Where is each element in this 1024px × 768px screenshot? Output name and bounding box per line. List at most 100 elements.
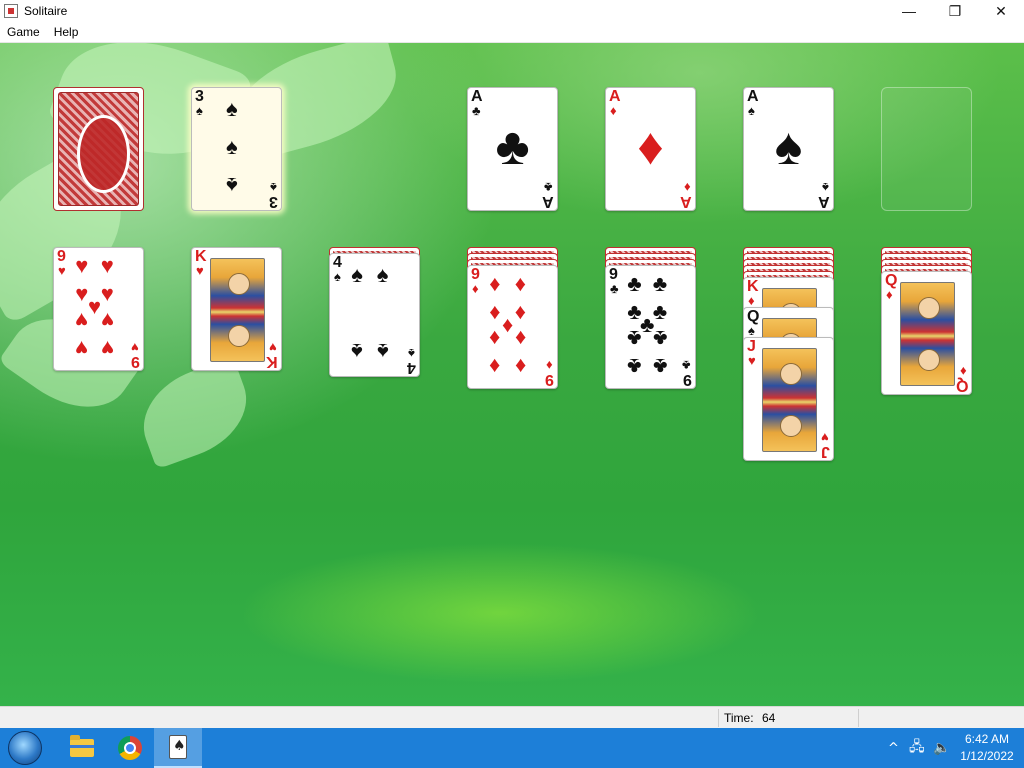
card-pip: ♠ — [226, 172, 238, 198]
card-suit-bottom: ♦ — [684, 180, 691, 195]
stock-pile[interactable] — [53, 87, 144, 211]
card-rank: 3 — [195, 88, 204, 105]
playing-card[interactable]: 3 ♠ 3 ♠ ♠ ♠ ♠ — [191, 87, 282, 211]
card-center-suit: ♠ — [774, 118, 803, 176]
chrome-icon — [118, 736, 142, 760]
taskbar: ^ 🖧 🔈 6:42 AM 1/12/2022 — [0, 728, 1024, 768]
face-card-figure — [762, 348, 817, 452]
card-rank: A — [747, 88, 759, 105]
taskbar-solitaire[interactable] — [154, 728, 202, 768]
card-pip: ♣ — [652, 326, 668, 352]
status-separator — [858, 709, 859, 727]
system-clock[interactable]: 6:42 AM 1/12/2022 — [956, 731, 1018, 765]
card-center-suit: ♦ — [637, 118, 664, 176]
card-pip: ♥ — [100, 253, 114, 279]
card-pip: ♥ — [100, 308, 114, 334]
card-pip: ♦ — [489, 298, 501, 324]
card-rank-bottom: 9 — [683, 371, 692, 388]
time-label: Time: — [724, 711, 754, 725]
minimize-button[interactable]: — — [886, 0, 932, 22]
playing-card[interactable]: J ♥ J ♥ — [743, 337, 834, 461]
playing-card[interactable]: A ♣ A ♣ ♣ — [467, 87, 558, 211]
card-rank-bottom: A — [818, 193, 830, 210]
card-rank-bottom: A — [680, 193, 692, 210]
window-title: Solitaire — [24, 4, 68, 18]
menu-help[interactable]: Help — [47, 25, 86, 39]
card-suit-bottom: ♥ — [269, 340, 277, 355]
status-bar: Time: 64 — [0, 706, 1024, 728]
card-suit: ♦ — [472, 281, 479, 296]
playing-card[interactable]: Q ♦ Q ♦ — [881, 271, 972, 395]
volume-muted-icon[interactable]: 🔈 — [933, 728, 950, 768]
card-pip: ♥ — [75, 253, 89, 279]
foundation-slot-empty[interactable] — [881, 87, 972, 211]
menu-game[interactable]: Game — [0, 25, 47, 39]
face-card-figure — [210, 258, 265, 362]
card-pip: ♥ — [100, 280, 114, 306]
card-pip: ♣ — [627, 353, 642, 379]
playing-card[interactable]: 9 ♦ 9 ♦ ♦ ♦ ♦ ♦ ♦ ♦ ♦ ♦ ♦ — [467, 265, 558, 389]
card-rank-bottom: 3 — [269, 193, 278, 210]
card-suit-bottom: ♦ — [960, 364, 967, 379]
card-suit-bottom: ♣ — [544, 180, 553, 195]
card-suit-bottom: ♦ — [546, 358, 553, 373]
card-pip: ♣ — [627, 271, 642, 297]
playing-card[interactable]: 9 ♣ 9 ♣ ♣ ♣ ♣ ♣ ♣ ♣ ♣ ♣ ♣ — [605, 265, 696, 389]
card-rank-bottom: J — [821, 443, 830, 460]
menu-bar: Game Help — [0, 22, 1024, 43]
playing-card[interactable]: 4 ♠ 4 ♠ ♠ ♠ ♠ ♠ — [329, 253, 420, 377]
title-bar: Solitaire — ❐ ✕ — [0, 0, 1024, 22]
clock-time: 6:42 AM — [964, 732, 1010, 746]
playing-card[interactable]: 9 ♥ 9 ♥ ♥ ♥ ♥ ♥ ♥ ♥ ♥ ♥ ♥ — [53, 247, 144, 371]
card-rank: 9 — [57, 248, 66, 265]
card-pip: ♥ — [75, 280, 89, 306]
card-pip: ♠ — [351, 338, 363, 364]
start-button[interactable] — [8, 731, 42, 765]
card-pip: ♦ — [514, 353, 526, 379]
card-suit: ♥ — [58, 263, 66, 278]
card-rank-bottom: Q — [955, 377, 968, 394]
card-suit-bottom: ♥ — [821, 430, 829, 445]
taskbar-chrome[interactable] — [106, 728, 154, 768]
card-rank-bottom: 9 — [131, 353, 140, 370]
status-separator — [718, 709, 719, 727]
card-rank: K — [747, 278, 759, 295]
card-rank: 9 — [609, 266, 618, 283]
card-pip: ♦ — [514, 326, 526, 352]
playing-card[interactable]: K ♥ K ♥ — [191, 247, 282, 371]
background-leaf — [129, 356, 261, 470]
game-board: 3 ♠ 3 ♠ ♠ ♠ ♠ A ♣ A ♣ ♣ A ♦ A ♦ ♦ A ♠ A ♠ ♠ 9 ♥ 9 ♥ ♥ ♥ ♥ ♥ ♥ ♥ ♥ ♥ ♥ K ♥ K ♥ 4… — [0, 43, 1024, 706]
card-pip: ♦ — [502, 312, 514, 337]
taskbar-file-explorer[interactable] — [58, 728, 106, 768]
card-pip: ♣ — [652, 353, 668, 379]
solitaire-icon — [169, 735, 187, 759]
card-suit-bottom: ♠ — [408, 346, 415, 361]
tray-chevron-icon[interactable]: ^ — [888, 728, 899, 768]
card-pip: ♣ — [627, 326, 642, 352]
card-pip: ♠ — [226, 96, 238, 122]
folder-icon — [70, 735, 94, 757]
time-value: 64 — [762, 711, 776, 725]
playing-card[interactable]: A ♠ A ♠ ♠ — [743, 87, 834, 211]
card-suit: ♠ — [196, 103, 203, 118]
card-pip: ♣ — [652, 271, 668, 297]
card-rank: J — [747, 338, 756, 355]
card-pip: ♠ — [376, 262, 389, 288]
card-suit: ♣ — [610, 281, 619, 296]
card-suit: ♦ — [886, 287, 893, 302]
playing-card[interactable]: A ♦ A ♦ ♦ — [605, 87, 696, 211]
card-pip: ♠ — [351, 262, 363, 288]
card-rank-bottom: 9 — [545, 371, 554, 388]
card-pip: ♠ — [376, 338, 389, 364]
card-rank-bottom: 4 — [407, 359, 416, 376]
maximize-button[interactable]: ❐ — [932, 0, 978, 22]
card-suit: ♠ — [748, 323, 755, 338]
card-pip: ♦ — [514, 298, 526, 324]
clock-date: 1/12/2022 — [960, 749, 1014, 763]
card-rank: Q — [747, 308, 760, 325]
network-icon[interactable]: 🖧 — [909, 728, 925, 768]
solitaire-app-icon — [4, 4, 18, 18]
card-back-pattern — [58, 92, 139, 206]
card-suit-bottom: ♣ — [682, 358, 691, 373]
close-button[interactable]: ✕ — [978, 0, 1024, 22]
